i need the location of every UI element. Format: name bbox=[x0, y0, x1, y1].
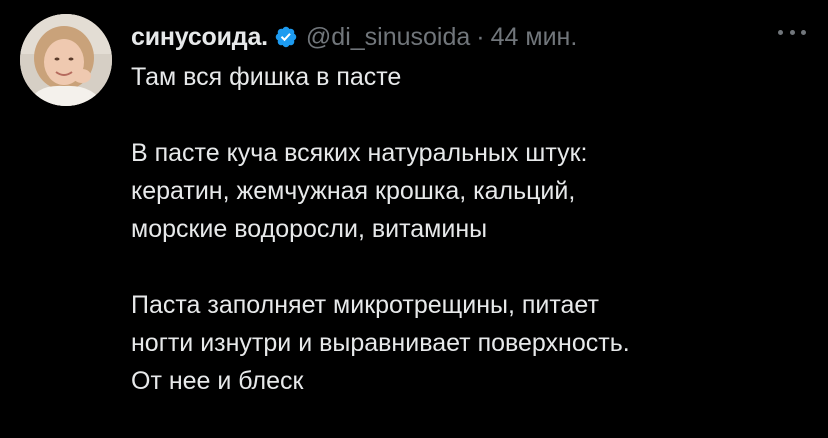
more-dot-1 bbox=[778, 29, 783, 35]
tweet-line: морские водоросли, витамины bbox=[131, 215, 488, 243]
timestamp[interactable]: 44 мин. bbox=[491, 23, 578, 52]
more-options-icon[interactable] bbox=[778, 22, 806, 42]
tweet-text: Там вся фишка в пасте В пасте куча всяки… bbox=[131, 58, 811, 400]
more-dot-2 bbox=[789, 29, 795, 35]
avatar[interactable] bbox=[20, 14, 112, 106]
tweet-line: кератин, жемчужная крошка, кальций, bbox=[131, 177, 576, 205]
tweet-line: Паста заполняет микротрещины, питает bbox=[131, 291, 599, 319]
tweet-line: От нее и блеск bbox=[131, 367, 304, 395]
more-dot-3 bbox=[801, 29, 806, 35]
avatar-image bbox=[20, 14, 112, 106]
display-name[interactable]: синусоида. bbox=[131, 23, 268, 52]
separator-dot: · bbox=[476, 22, 485, 51]
tweet-line: Там вся фишка в пасте bbox=[131, 63, 402, 91]
tweet[interactable]: синусоида. @di_sinusoida · 44 мин. Там в… bbox=[0, 0, 828, 438]
tweet-line: В пасте куча всяких натуральных штук: bbox=[131, 139, 588, 167]
verified-badge-icon bbox=[274, 25, 298, 49]
handle[interactable]: @di_sinusoida bbox=[306, 23, 470, 52]
tweet-header: синусоида. @di_sinusoida · 44 мин. bbox=[131, 20, 577, 54]
tweet-line: ногти изнутри и выравнивает поверхность. bbox=[131, 329, 630, 357]
